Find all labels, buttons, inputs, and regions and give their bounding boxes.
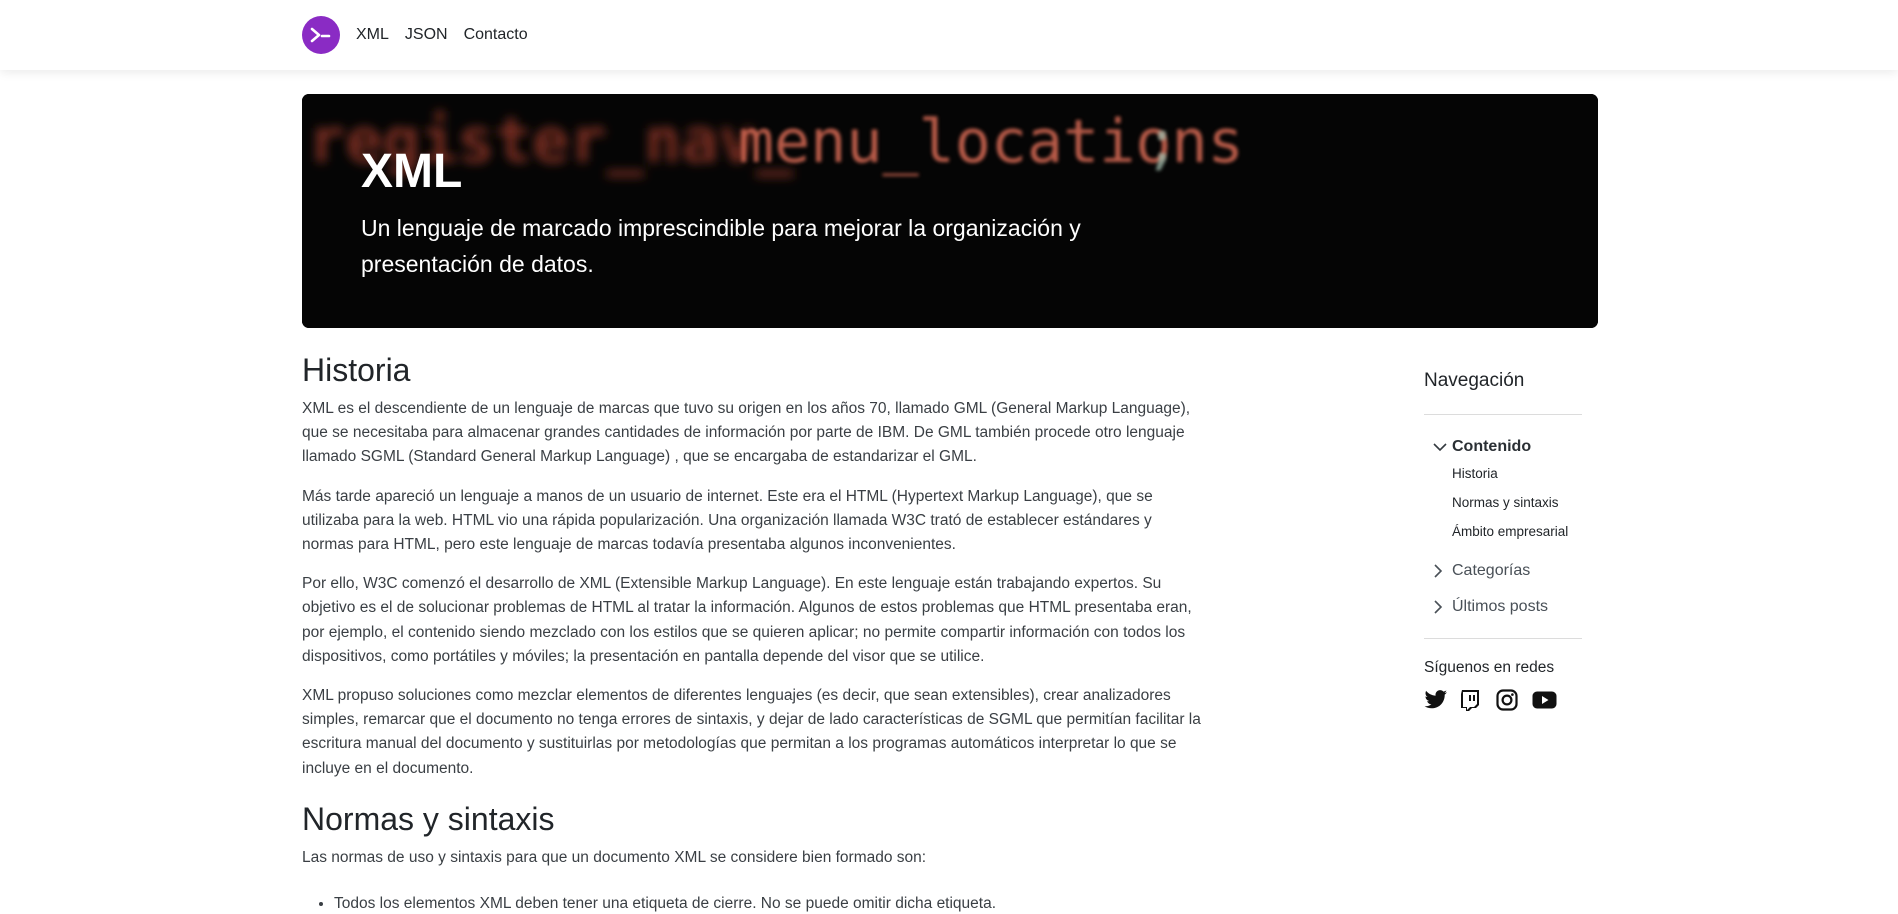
sidebar-group-label: Contenido [1452,438,1532,455]
social-label: Síguenos en redes [1424,659,1555,676]
sidebar-toggle-ultimos[interactable]: Últimos posts [1424,595,1582,619]
section-heading-normas: Normas y sintaxis [302,800,555,837]
article-content: Historia XML es el descendiente de un le… [302,350,1202,914]
instagram-icon[interactable] [1496,687,1532,713]
list-item: Todos los elementos XML deben tener una … [334,892,1202,914]
sidebar-item-ambito[interactable]: Ámbito empresarial [1424,517,1582,546]
chevron-down-icon [1424,442,1452,452]
paragraph: XML propuso soluciones como mezclar elem… [302,687,1201,777]
section-heading-historia: Historia [302,352,411,388]
page-title: XML [361,145,463,198]
sidebar-group-label: Últimos posts [1452,598,1549,615]
paragraph: Las normas de uso y sintaxis para que un… [302,848,927,866]
sidebar-title: Navegación [1424,370,1525,391]
paragraph: XML es el descendiente de un lenguaje de… [302,400,1191,466]
site-logo[interactable] [302,16,340,54]
hero-banner: register_nav_ menu_locations ; XML Un le… [302,94,1598,328]
chevron-right-icon [1424,600,1452,614]
sidebar-toggle-contenido[interactable]: Contenido [1424,435,1582,459]
sidebar-item-normas[interactable]: Normas y sintaxis [1424,488,1582,517]
sidebar-toggle-categorias[interactable]: Categorías [1424,559,1582,583]
navbar-content: XML JSON Contacto [302,0,544,70]
sidebar-group-label: Categorías [1452,562,1531,579]
terminal-prompt-icon [310,27,331,43]
nav-link-xml[interactable]: XML [356,26,389,44]
sidebar-navigation: Navegación Contenido Historia Normas y s… [1424,370,1582,713]
twitter-icon[interactable] [1424,687,1460,713]
top-navbar: XML JSON Contacto [0,0,1898,70]
sidebar-item-historia[interactable]: Historia [1424,459,1582,488]
page-subtitle: Un lenguaje de marcado imprescindible pa… [361,215,1081,277]
chevron-right-icon [1424,564,1452,578]
paragraph: Más tarde apareció un lenguaje a manos d… [302,487,1153,554]
twitch-icon[interactable] [1460,687,1496,713]
nav-link-json[interactable]: JSON [405,26,448,44]
paragraph: Por ello, W3C comenzó el desarrollo de X… [302,575,1192,665]
svg-text:;: ; [1144,107,1180,177]
youtube-icon[interactable] [1532,687,1568,713]
divider [1424,638,1582,639]
social-links [1424,687,1582,713]
nav-link-contacto[interactable]: Contacto [464,26,528,44]
rules-list: Todos los elementos XML deben tener una … [302,892,1202,914]
sidebar-group-contenido: Contenido Historia Normas y sintaxis Ámb… [1424,415,1582,619]
